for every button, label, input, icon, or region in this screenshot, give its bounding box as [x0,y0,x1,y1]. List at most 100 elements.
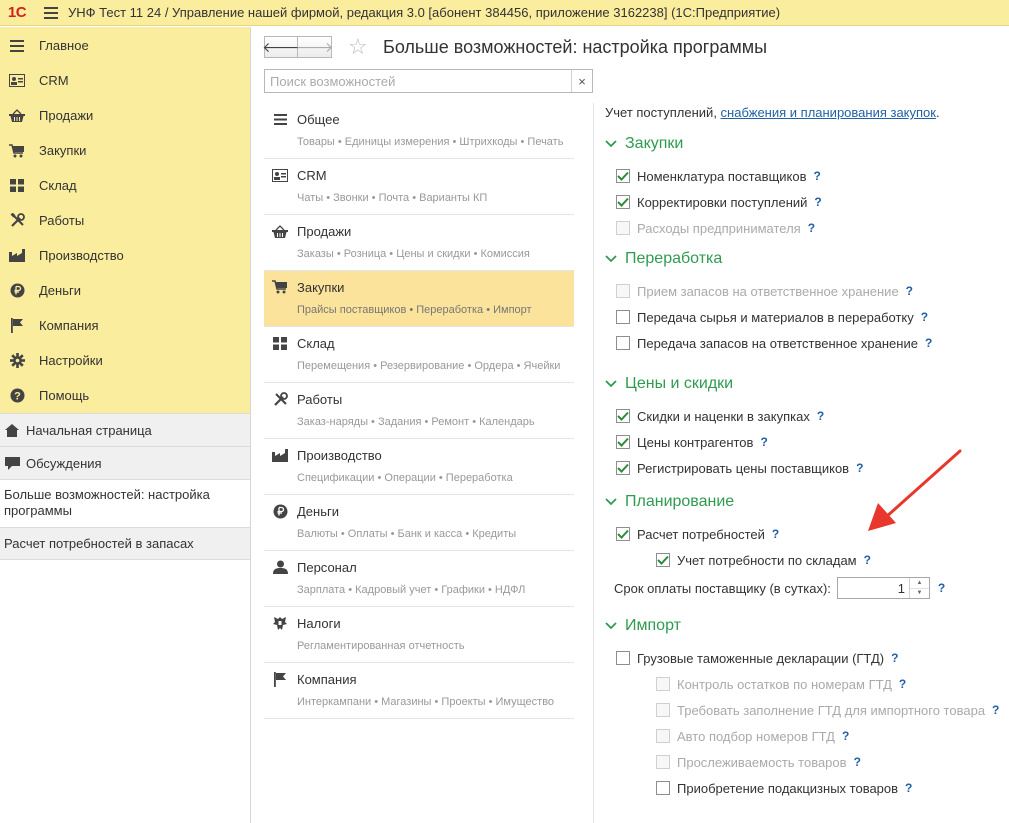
sidebar-item-works[interactable]: Работы [0,203,250,238]
help-question-icon[interactable]: ? [760,435,767,449]
flag-icon [272,671,288,687]
nav-open-tab-settings[interactable]: Больше возможностей: настройка программы [0,479,250,527]
help-question-icon[interactable]: ? [906,284,913,298]
help-question-icon[interactable]: ? [992,703,999,717]
section-taxes[interactable]: Налоги Регламентированная отчетность [264,607,574,663]
checkbox-checked[interactable] [616,409,630,423]
help-question-icon[interactable]: ? [864,553,871,567]
option-row: Прием запасов на ответственное хранение? [605,278,1009,304]
checkbox-checked[interactable] [616,527,630,541]
help-question-icon[interactable]: ? [814,169,821,183]
checkbox-checked[interactable] [656,553,670,567]
help-question-icon[interactable]: ? [842,729,849,743]
favorite-star-icon[interactable]: ☆ [348,35,368,59]
help-question-icon[interactable]: ? [938,581,945,595]
section-company[interactable]: Компания Интеркампани • Магазины • Проек… [264,663,574,719]
section-works[interactable]: Работы Заказ-наряды • Задания • Ремонт •… [264,383,574,439]
contact-card-icon [9,73,25,89]
cart-icon [9,143,25,159]
section-sales[interactable]: Продажи Заказы • Розница • Цены и скидки… [264,215,574,271]
checkbox[interactable] [616,336,630,350]
section-production[interactable]: Производство Спецификации • Операции • П… [264,439,574,495]
forward-button[interactable]: 🡒 [295,36,334,58]
sidebar-item-label: Производство [39,248,124,263]
payment-term-input[interactable] [837,578,909,598]
section-purchases[interactable]: Закупки Прайсы поставщиков • Переработка… [264,271,574,327]
sidebar-item-purchases[interactable]: Закупки [0,133,250,168]
section-title: Работы [297,391,343,407]
logo-text: 1С [7,4,27,21]
help-question-icon[interactable]: ? [772,527,779,541]
checkmark-icon [617,197,629,207]
group-pererabotka-options: Прием запасов на ответственное хранение?… [605,272,1009,356]
option-label: Корректировки поступлений [637,194,808,210]
help-question-icon[interactable]: ? [925,336,932,350]
sidebar-item-warehouse[interactable]: Склад [0,168,250,203]
help-question-icon[interactable]: ? [808,221,815,235]
group-import-options: Грузовые таможенные декларации (ГТД)? Кон… [605,639,1009,801]
coat-of-arms-icon [272,615,288,631]
search-input[interactable] [265,70,571,92]
stepper-up-icon[interactable]: ▲ [910,578,929,588]
stepper-down-icon[interactable]: ▼ [909,587,929,599]
checkbox-checked[interactable] [616,195,630,209]
help-question-icon[interactable]: ? [817,409,824,423]
group-header-import[interactable]: Импорт [605,613,1009,639]
sidebar-item-sales[interactable]: Продажи [0,98,250,133]
ruble-icon [9,283,25,299]
arrow-right-icon: 🡒 [295,38,334,55]
sidebar-item-crm[interactable]: CRM [0,63,250,98]
help-question-icon[interactable]: ? [891,651,898,665]
section-personnel[interactable]: Персонал Зарплата • Кадровый учет • Граф… [264,551,574,607]
section-warehouse[interactable]: Склад Перемещения • Резервирование • Орд… [264,327,574,383]
checkbox-checked[interactable] [616,169,630,183]
help-question-icon[interactable]: ? [899,677,906,691]
option-label: Контроль остатков по номерам ГТД [677,676,892,692]
checkbox [656,703,670,717]
sidebar-item-settings[interactable]: Настройки [0,343,250,378]
group-header-pererabotka[interactable]: Переработка [605,246,1009,272]
nav-tab-needs-calc[interactable]: Расчет потребностей в запасах [0,527,250,560]
checkbox-checked[interactable] [616,435,630,449]
group-header-ceny[interactable]: Цены и скидки [605,371,1009,397]
checkbox[interactable] [616,651,630,665]
option-row: Корректировки поступлений? [605,189,1009,215]
option-row: Требовать заполнение ГТД для импортного … [605,697,1009,723]
help-question-icon[interactable]: ? [814,195,821,209]
supply-planning-link[interactable]: снабжения и планирования закупок [721,105,936,120]
section-crm[interactable]: CRM Чаты • Звонки • Почта • Варианты КП [264,159,574,215]
nav-discussions[interactable]: Обсуждения [0,446,250,479]
checkbox[interactable] [616,310,630,324]
tools-icon [272,391,288,407]
section-title: Деньги [297,503,339,519]
checkbox[interactable] [656,781,670,795]
section-title: Персонал [297,559,357,575]
section-general[interactable]: Общее Товары • Единицы измерения • Штрих… [264,103,574,159]
sidebar-item-label: Настройки [39,353,103,368]
search-box: × [264,69,593,93]
help-question-icon[interactable]: ? [921,310,928,324]
back-button[interactable]: 🡐 [262,36,300,58]
intro-line: Учет поступлений, снабжения и планирован… [605,103,1009,123]
sidebar-item-help[interactable]: ? Помощь [0,378,250,413]
group-header-zakupki[interactable]: Закупки [605,131,1009,157]
1c-logo-icon[interactable]: 1С [0,0,34,26]
sidebar-item-company[interactable]: Компания [0,308,250,343]
section-money[interactable]: Деньги Валюты • Оплаты • Банк и касса • … [264,495,574,551]
group-title: Закупки [625,135,684,152]
help-question-icon[interactable]: ? [905,781,912,795]
cart-icon [272,279,288,295]
checkmark-icon [617,171,629,181]
sidebar-item-main[interactable]: Главное [0,28,250,63]
clear-search-icon[interactable]: × [571,70,592,92]
main-menu-icon[interactable] [34,0,68,26]
chevron-down-icon [605,622,625,630]
sidebar-item-money[interactable]: Деньги [0,273,250,308]
nav-discussions-label: Обсуждения [26,455,102,471]
checkbox-checked[interactable] [616,461,630,475]
section-subtitle: Заказы • Розница • Цены и скидки • Комис… [297,248,530,260]
help-question-icon[interactable]: ? [854,755,861,769]
option-row: Авто подбор номеров ГТД? [605,723,1009,749]
sidebar-item-production[interactable]: Производство [0,238,250,273]
nav-home-page[interactable]: Начальная страница [0,413,250,446]
